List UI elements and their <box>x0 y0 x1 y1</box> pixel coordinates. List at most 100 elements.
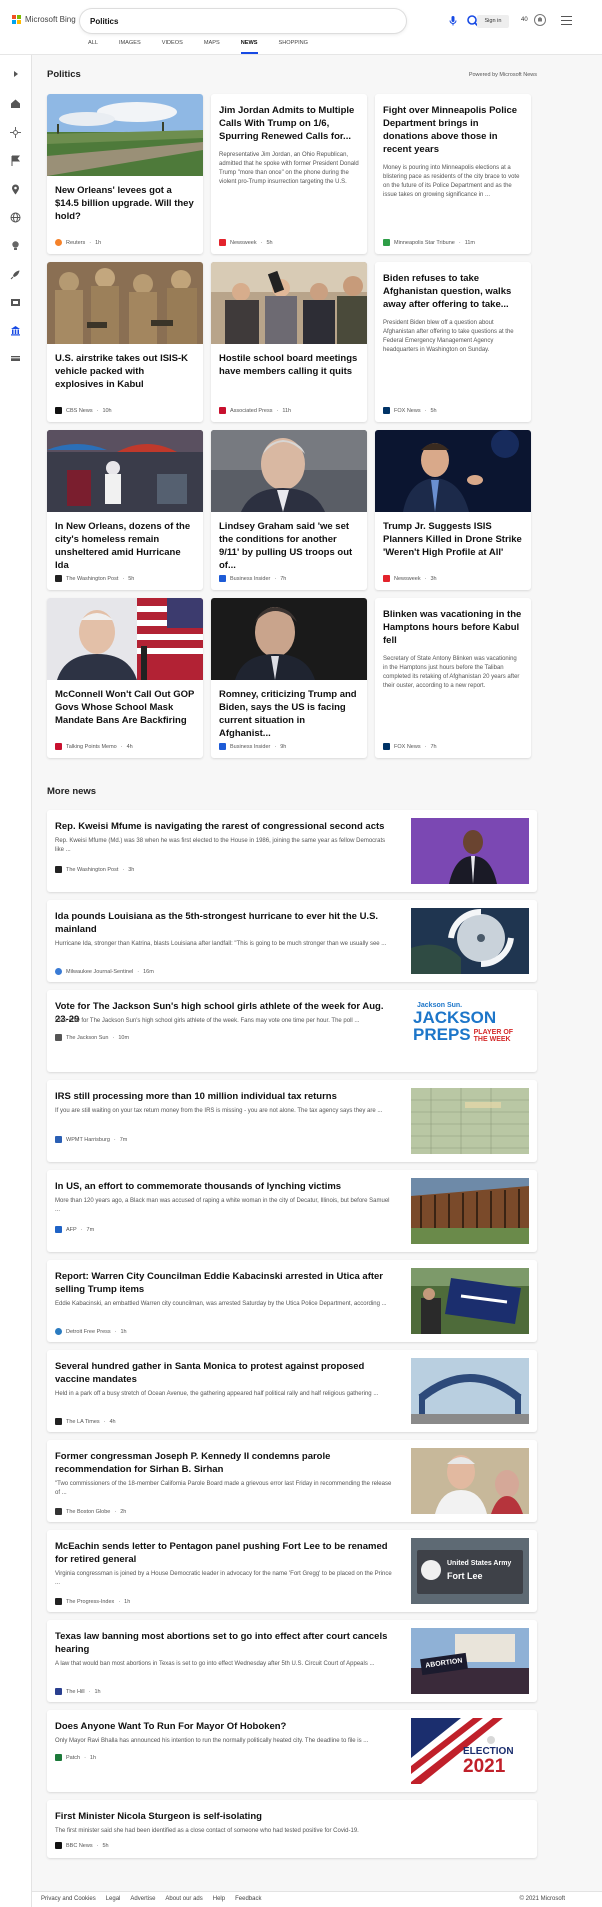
list-item[interactable]: Ida pounds Louisiana as the 5th-stronges… <box>47 900 537 982</box>
news-card[interactable]: Jim Jordan Admits to Multiple Calls With… <box>211 94 367 254</box>
card-title[interactable]: In New Orleans, dozens of the city's hom… <box>47 520 203 572</box>
list-item[interactable]: Former congressman Joseph P. Kennedy II … <box>47 1440 537 1522</box>
powered-by-label[interactable]: Powered by Microsoft News <box>469 72 537 78</box>
item-source: Detroit Free Press · 1h <box>55 1328 127 1335</box>
card-title[interactable]: New Orleans' levees got a $14.5 billion … <box>47 184 203 223</box>
news-card[interactable]: U.S. airstrike takes out ISIS-K vehicle … <box>47 262 203 422</box>
search-box <box>80 9 480 33</box>
card-source: Newsweek · 5h <box>219 239 273 246</box>
list-item[interactable]: First Minister Nicola Sturgeon is self-i… <box>47 1800 537 1858</box>
card-title[interactable]: Trump Jr. Suggests ISIS Planners Killed … <box>375 520 531 559</box>
source-name: The LA Times <box>66 1418 100 1425</box>
list-item[interactable]: Rep. Kweisi Mfume is navigating the rare… <box>47 810 537 892</box>
item-description: Virginia congressman is joined by a Hous… <box>55 1571 392 1586</box>
card-title[interactable]: Fight over Minneapolis Police Department… <box>375 104 531 156</box>
footer-link-feedback[interactable]: Feedback <box>235 1896 261 1902</box>
item-title[interactable]: Rep. Kweisi Mfume is navigating the rare… <box>55 820 395 833</box>
bing-logo[interactable]: Microsoft Bing <box>12 15 76 24</box>
politics-building-icon[interactable] <box>9 324 22 337</box>
tab-news[interactable]: NEWS <box>240 40 258 54</box>
footer-link-legal[interactable]: Legal <box>106 1896 121 1902</box>
rewards-medal-icon[interactable] <box>533 13 547 27</box>
the-hill-logo-icon <box>55 1688 62 1695</box>
rocket-icon[interactable] <box>9 268 22 281</box>
globe-icon[interactable] <box>9 211 22 224</box>
card-title[interactable]: McConnell Won't Call Out GOP Govs Whose … <box>47 688 203 727</box>
lightbulb-icon[interactable] <box>9 239 22 252</box>
news-card[interactable]: McConnell Won't Call Out GOP Govs Whose … <box>47 598 203 758</box>
card-title[interactable]: U.S. airstrike takes out ISIS-K vehicle … <box>47 352 203 391</box>
source-name: Milwaukee Journal-Sentinel <box>66 968 134 975</box>
list-item[interactable]: McEachin sends letter to Pentagon panel … <box>47 1530 537 1612</box>
crosshair-icon[interactable] <box>9 126 22 139</box>
news-card[interactable]: Blinken was vacationing in the Hamptons … <box>375 598 531 758</box>
rewards-points[interactable]: 40 <box>521 17 528 23</box>
news-card[interactable]: Hostile school board meetings have membe… <box>211 262 367 422</box>
election-2021-graphic: ELECTION 2021 <box>411 1718 529 1784</box>
news-card[interactable]: New Orleans' levees got a $14.5 billion … <box>47 94 203 254</box>
film-icon[interactable] <box>9 296 22 309</box>
card-source: FOX News · 5h <box>383 407 437 414</box>
list-item[interactable]: Report: Warren City Councilman Eddie Kab… <box>47 1260 537 1342</box>
money-icon[interactable] <box>9 352 22 365</box>
footer-link-about-ads[interactable]: About our ads <box>165 1896 202 1902</box>
expand-icon[interactable] <box>9 67 22 80</box>
item-title[interactable]: Report: Warren City Councilman Eddie Kab… <box>55 1270 395 1296</box>
tab-videos[interactable]: VIDEOS <box>162 40 183 54</box>
list-item[interactable]: IRS still processing more than 10 millio… <box>47 1080 537 1162</box>
journal-sentinel-logo-icon <box>55 968 62 975</box>
item-source: The Jackson Sun · 10m <box>55 1034 129 1041</box>
item-title[interactable]: In US, an effort to commemorate thousand… <box>55 1180 395 1193</box>
footer-link-advertise[interactable]: Advertise <box>130 1896 155 1902</box>
list-item[interactable]: Texas law banning most abortions set to … <box>47 1620 537 1702</box>
item-title[interactable]: IRS still processing more than 10 millio… <box>55 1090 395 1103</box>
news-card[interactable]: Romney, criticizing Trump and Biden, say… <box>211 598 367 758</box>
source-age: 5h <box>266 239 273 246</box>
item-title[interactable]: Several hundred gather in Santa Monica t… <box>55 1360 395 1386</box>
romney-photo <box>211 598 367 680</box>
news-card[interactable]: In New Orleans, dozens of the city's hom… <box>47 430 203 590</box>
tab-shopping[interactable]: SHOPPING <box>279 40 309 54</box>
tab-all[interactable]: ALL <box>88 40 98 54</box>
item-title[interactable]: McEachin sends letter to Pentagon panel … <box>55 1540 395 1566</box>
cbs-logo-icon <box>55 407 62 414</box>
news-card[interactable]: Lindsey Graham said 'we set the conditio… <box>211 430 367 590</box>
item-title[interactable]: Ida pounds Louisiana as the 5th-stronges… <box>55 910 395 936</box>
newsweek-logo-icon <box>219 239 226 246</box>
list-item[interactable]: Vote for The Jackson Sun's high school g… <box>47 990 537 1072</box>
tab-images[interactable]: IMAGES <box>119 40 141 54</box>
news-card[interactable]: Trump Jr. Suggests ISIS Planners Killed … <box>375 430 531 590</box>
source-name: Business Insider <box>230 575 271 582</box>
location-pin-icon[interactable] <box>9 183 22 196</box>
card-title[interactable]: Lindsey Graham said 'we set the conditio… <box>211 520 367 572</box>
list-item[interactable]: In US, an effort to commemorate thousand… <box>47 1170 537 1252</box>
card-description: Representative Jim Jordan, an Ohio Repub… <box>219 152 359 185</box>
flag-icon[interactable] <box>9 154 22 167</box>
search-input[interactable] <box>90 14 330 28</box>
sign-in-button[interactable]: Sign in <box>477 15 509 28</box>
microphone-icon[interactable] <box>447 15 459 27</box>
item-title[interactable]: First Minister Nicola Sturgeon is self-i… <box>55 1810 395 1823</box>
army-seal-icon <box>421 1560 441 1580</box>
card-title[interactable]: Hostile school board meetings have membe… <box>211 352 367 378</box>
home-icon[interactable] <box>9 97 22 110</box>
card-title[interactable]: Romney, criticizing Trump and Biden, say… <box>211 688 367 740</box>
news-card[interactable]: Biden refuses to take Afghanistan questi… <box>375 262 531 422</box>
santa-monica-pier <box>411 1358 529 1424</box>
tpm-logo-icon <box>55 743 62 750</box>
news-card[interactable]: Fight over Minneapolis Police Department… <box>375 94 531 254</box>
card-title[interactable]: Biden refuses to take Afghanistan questi… <box>375 272 531 311</box>
source-name: AFP <box>66 1226 77 1233</box>
item-title[interactable]: Does Anyone Want To Run For Mayor Of Hob… <box>55 1720 395 1733</box>
footer-link-help[interactable]: Help <box>213 1896 225 1902</box>
tab-maps[interactable]: MAPS <box>204 40 220 54</box>
list-item[interactable]: Several hundred gather in Santa Monica t… <box>47 1350 537 1432</box>
item-title[interactable]: Former congressman Joseph P. Kennedy II … <box>55 1450 395 1476</box>
card-title[interactable]: Jim Jordan Admits to Multiple Calls With… <box>211 104 367 143</box>
list-item[interactable]: Does Anyone Want To Run For Mayor Of Hob… <box>47 1710 537 1792</box>
item-title[interactable]: Texas law banning most abortions set to … <box>55 1630 395 1656</box>
source-name: CBS News <box>66 407 93 414</box>
footer-link-privacy[interactable]: Privacy and Cookies <box>41 1896 96 1902</box>
menu-icon[interactable] <box>561 16 572 25</box>
card-title[interactable]: Blinken was vacationing in the Hamptons … <box>375 608 531 647</box>
